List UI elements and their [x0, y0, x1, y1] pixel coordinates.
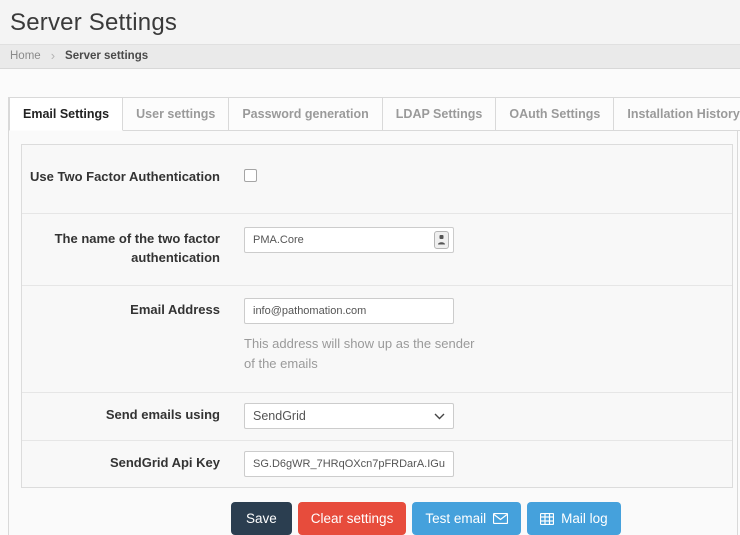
tab-email-settings[interactable]: Email Settings [9, 97, 123, 131]
two-factor-label: Use Two Factor Authentication [22, 165, 220, 187]
send-emails-using-label: Send emails using [22, 403, 220, 429]
email-address-input[interactable] [244, 298, 454, 324]
send-emails-using-select[interactable]: SendGrid [244, 403, 454, 429]
table-icon [540, 513, 554, 525]
page-header: Server Settings [0, 0, 740, 44]
autofill-icon[interactable] [434, 231, 449, 249]
form-row-two-factor: Use Two Factor Authentication [22, 145, 732, 214]
form-row-two-factor-name: The name of the two factor authenticatio… [22, 214, 732, 286]
spacer [0, 69, 740, 97]
envelope-icon [493, 513, 508, 524]
two-factor-name-label: The name of the two factor authenticatio… [22, 227, 220, 268]
tab-password-generation[interactable]: Password generation [229, 97, 382, 131]
chevron-right-icon: › [51, 48, 55, 63]
sendgrid-api-key-input[interactable] [244, 451, 454, 477]
email-address-help: This address will show up as the sender … [244, 334, 479, 374]
test-email-button[interactable]: Test email [412, 502, 521, 535]
page-title: Server Settings [10, 9, 730, 37]
two-factor-name-input[interactable] [244, 227, 454, 253]
breadcrumb-current: Server settings [65, 50, 148, 62]
mail-log-button[interactable]: Mail log [527, 502, 621, 535]
tab-oauth-settings[interactable]: OAuth Settings [496, 97, 614, 131]
chevron-down-icon [434, 413, 445, 420]
breadcrumb-home-link[interactable]: Home [10, 50, 41, 62]
breadcrumb: Home › Server settings [0, 44, 740, 69]
sendgrid-api-key-label: SendGrid Api Key [22, 451, 220, 477]
email-settings-form: Use Two Factor Authentication The name o… [21, 144, 733, 488]
form-actions: Save Clear settings Test email [231, 502, 737, 535]
tab-bar: Email Settings User settings Password ge… [9, 97, 737, 131]
email-address-label: Email Address [22, 298, 220, 374]
save-button[interactable]: Save [231, 502, 292, 535]
clear-settings-button[interactable]: Clear settings [298, 502, 407, 535]
form-row-api-key: SendGrid Api Key [22, 441, 732, 487]
mail-log-label: Mail log [561, 511, 608, 526]
tab-ldap-settings[interactable]: LDAP Settings [383, 97, 497, 131]
tab-installation-history[interactable]: Installation History [614, 97, 740, 131]
settings-panel: Email Settings User settings Password ge… [8, 97, 738, 535]
send-emails-using-value: SendGrid [253, 409, 306, 423]
tab-user-settings[interactable]: User settings [123, 97, 229, 131]
test-email-label: Test email [425, 511, 486, 526]
form-row-send-using: Send emails using SendGrid [22, 393, 732, 441]
two-factor-checkbox[interactable] [244, 169, 257, 182]
form-row-email-address: Email Address This address will show up … [22, 286, 732, 393]
